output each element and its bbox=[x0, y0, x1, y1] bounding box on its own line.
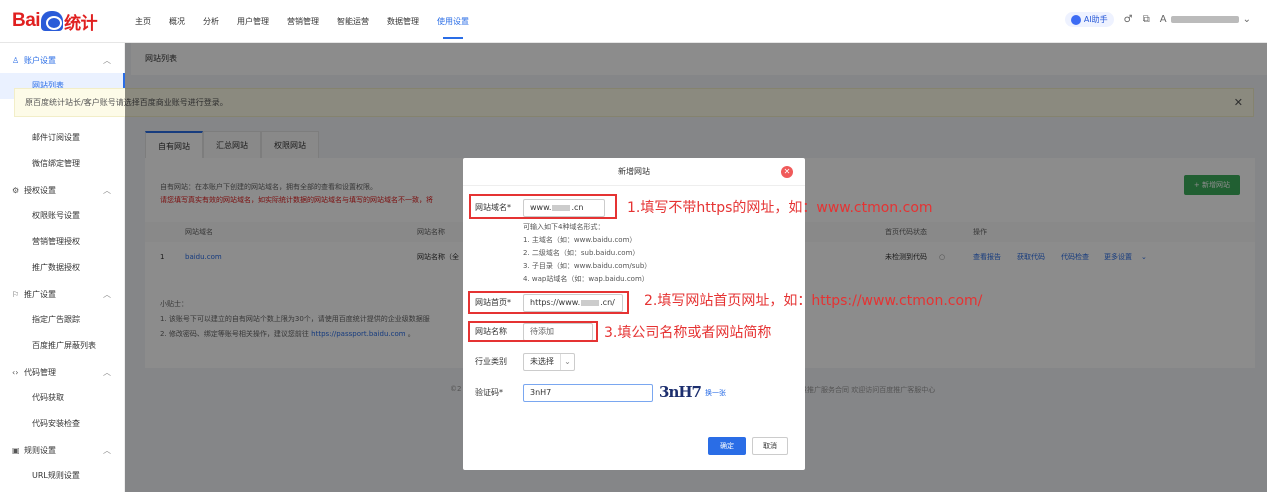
topnav-settings[interactable]: 使用设置 bbox=[428, 0, 478, 43]
sidebar-item-marketing-auth[interactable]: 营销管理授权 bbox=[0, 229, 125, 255]
copy-icon[interactable]: ⧉ bbox=[1143, 14, 1150, 25]
ai-icon bbox=[1070, 14, 1081, 25]
top-right-tools: AI助手 ♂ ⧉ A ⌄ bbox=[1064, 12, 1251, 27]
annotation-box-domain bbox=[469, 194, 617, 219]
captcha-refresh-link[interactable]: 换一张 bbox=[705, 384, 726, 402]
code-icon: ‹› bbox=[12, 367, 19, 377]
industry-select[interactable]: 未选择 ⌄ bbox=[523, 353, 575, 371]
topnav-user-mgmt[interactable]: 用户管理 bbox=[228, 0, 278, 43]
annotation-text-2: 2.填写网站首页网址，如：https://www.ctmon.com/ bbox=[644, 293, 983, 309]
username-redacted bbox=[1170, 16, 1239, 23]
paw-icon bbox=[41, 11, 64, 31]
sidebar-item-perm-account[interactable]: 权限账号设置 bbox=[0, 203, 125, 229]
sidebar-group-code[interactable]: ‹› 代码管理 ︿ bbox=[0, 359, 125, 385]
sidebar-item-wechat[interactable]: 微信绑定管理 bbox=[0, 151, 125, 177]
sidebar-item-url-rules[interactable]: URL规则设置 bbox=[0, 463, 125, 489]
gear-icon: ⚙ bbox=[12, 185, 20, 195]
cancel-button[interactable]: 取消 bbox=[752, 437, 788, 455]
topnav-marketing[interactable]: 营销管理 bbox=[278, 0, 328, 43]
sidebar-item-promo-auth[interactable]: 推广数据授权 bbox=[0, 255, 125, 281]
top-bar: Bai 统计 主页 概况 分析 用户管理 营销管理 智能运营 数据管理 使用设置 … bbox=[0, 0, 1267, 43]
chevron-up-icon: ︿ bbox=[103, 185, 111, 195]
baidu-tongji-logo[interactable]: Bai 统计 bbox=[12, 9, 98, 33]
topnav-overview[interactable]: 概况 bbox=[160, 0, 194, 43]
captcha-input[interactable]: 3nH7 bbox=[523, 384, 653, 402]
chevron-up-icon: ︿ bbox=[103, 445, 111, 455]
sidebar-item-get-code[interactable]: 代码获取 bbox=[0, 385, 125, 411]
industry-label: 行业类别 bbox=[475, 357, 507, 366]
close-icon[interactable]: ✕ bbox=[781, 166, 793, 178]
annotation-text-1: 1.填写不带https的网址，如：www.ctmon.com bbox=[627, 200, 933, 216]
annotation-text-3: 3.填公司名称或者网站简称 bbox=[604, 325, 772, 341]
sidebar-item-ad-track[interactable]: 指定广告跟踪 bbox=[0, 307, 125, 333]
user-menu[interactable]: A ⌄ bbox=[1160, 14, 1251, 25]
topnav-analysis[interactable]: 分析 bbox=[194, 0, 228, 43]
sidebar-group-promo[interactable]: ⚐ 推广设置 ︿ bbox=[0, 281, 125, 307]
chevron-up-icon: ︿ bbox=[103, 55, 111, 65]
chevron-up-icon: ︿ bbox=[103, 289, 111, 299]
flag-icon: ⚐ bbox=[12, 289, 20, 299]
annotation-box-home bbox=[468, 291, 629, 314]
captcha-label: 验证码* bbox=[475, 388, 503, 397]
user-icon: A bbox=[1159, 14, 1167, 25]
sidebar-group-auth[interactable]: ⚙ 授权设置 ︿ bbox=[0, 177, 125, 203]
sidebar-group-account[interactable]: ♙ 账户设置 ︿ bbox=[0, 47, 125, 73]
sidebar-item-email-sub[interactable]: 邮件订阅设置 bbox=[0, 125, 125, 151]
top-nav: 主页 概况 分析 用户管理 营销管理 智能运营 数据管理 使用设置 bbox=[126, 0, 478, 43]
modal-title: 新增网站 bbox=[463, 158, 805, 186]
annotation-box-name bbox=[468, 321, 598, 342]
topnav-home[interactable]: 主页 bbox=[126, 0, 160, 43]
sidebar-group-rules[interactable]: ▣ 规则设置 ︿ bbox=[0, 437, 125, 463]
chevron-down-icon: ⌄ bbox=[1242, 14, 1251, 25]
ai-assistant-button[interactable]: AI助手 bbox=[1064, 12, 1114, 27]
confirm-button[interactable]: 确定 bbox=[708, 437, 746, 455]
sidebar-item-code-check[interactable]: 代码安装检查 bbox=[0, 411, 125, 437]
topnav-smart-ops[interactable]: 智能运营 bbox=[328, 0, 378, 43]
chevron-up-icon: ︿ bbox=[103, 367, 111, 377]
bell-icon[interactable]: ♂ bbox=[1124, 14, 1133, 25]
person-icon: ♙ bbox=[12, 55, 20, 65]
chevron-down-icon: ⌄ bbox=[560, 354, 574, 370]
sidebar-item-block-list[interactable]: 百度推广屏蔽列表 bbox=[0, 333, 125, 359]
rule-icon: ▣ bbox=[12, 445, 20, 455]
topnav-data-mgmt[interactable]: 数据管理 bbox=[378, 0, 428, 43]
captcha-image[interactable]: 3nH7 bbox=[659, 380, 702, 404]
